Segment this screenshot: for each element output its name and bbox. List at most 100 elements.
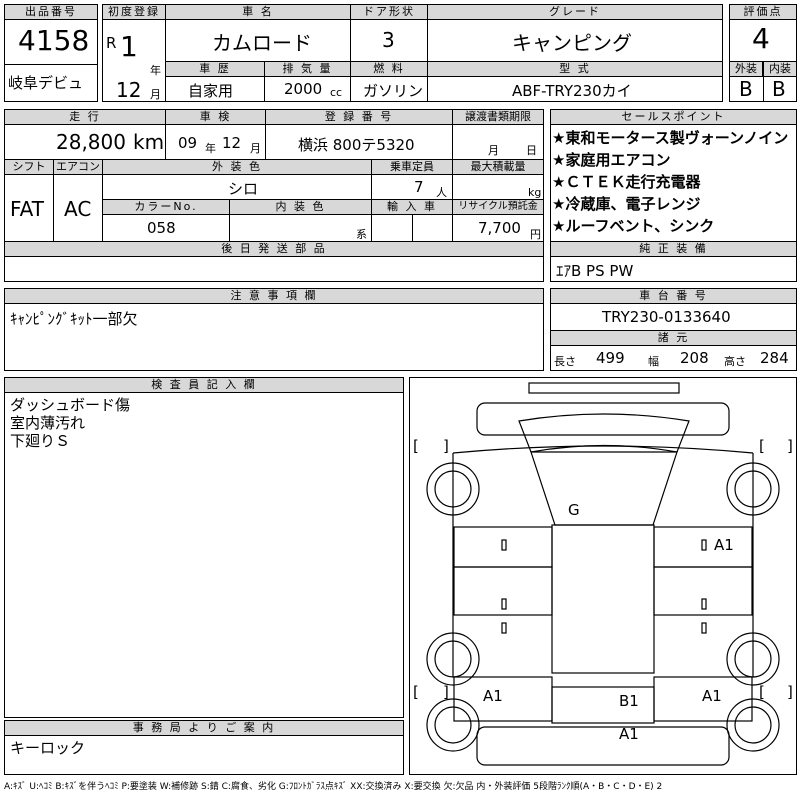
door-value: 3 — [382, 28, 395, 52]
disp-label: 排 気 量 — [264, 61, 351, 77]
sales-point: ★ＣＴＥＫ走行充電器 — [552, 173, 701, 191]
fuel-value: ガソリン — [363, 82, 424, 100]
chassis-label: 車 台 番 号 — [550, 288, 797, 304]
diagram-mark: A1 — [702, 687, 722, 705]
mileage-label: 走 行 — [4, 109, 166, 125]
color-value: シロ — [228, 180, 259, 198]
width-label: 幅 — [648, 355, 659, 368]
transfer-label: 譲渡書類期限 — [452, 109, 544, 125]
bracket: ] — [787, 437, 793, 455]
bracket: ] — [443, 437, 449, 455]
cap-label: 乗車定員 — [371, 159, 453, 175]
inspect-year: 09 — [178, 134, 198, 152]
mileage-value: 28,800 — [56, 130, 126, 154]
ac-value: AC — [64, 197, 92, 221]
shift-value: FAT — [10, 197, 45, 221]
chassis-number: TRY230-0133640 — [602, 308, 731, 326]
inspect-month-unit: 月 — [250, 142, 261, 155]
recycle-value: 7,700 — [478, 219, 521, 237]
bracket: [ — [413, 437, 419, 455]
diagram-mark: B1 — [619, 692, 639, 710]
bracket: [ — [413, 683, 419, 701]
disp-unit: cc — [330, 86, 343, 99]
history-value: 自家用 — [188, 82, 234, 100]
reg-month: 12 — [116, 78, 142, 102]
diagram-mark: A1 — [619, 725, 639, 743]
grade-label: グレード — [427, 4, 723, 20]
diagram-mark: G — [568, 501, 580, 519]
color-label: 外 装 色 — [102, 159, 372, 175]
legend-footer: A:ｷｽﾞ U:ﾍｺﾐ B:ｷｽﾞを伴うﾍｺﾐ P:要塗装 W:補修跡 S:錆 … — [4, 782, 663, 792]
transfer-month: 月 — [488, 144, 499, 157]
intcolor-label: 内 装 色 — [229, 199, 372, 215]
import-box-2 — [412, 214, 453, 242]
office-label: 事 務 局 よ り ご 案 内 — [4, 720, 404, 736]
era: R — [106, 34, 117, 52]
plate-label: 登 録 番 号 — [265, 109, 453, 125]
lot-number: 4158 — [18, 24, 90, 57]
mileage-unit: km — [133, 130, 165, 154]
car-name-label: 車 名 — [165, 4, 351, 20]
sales-point: ★東和モータース製ヴォーンノイン — [552, 129, 789, 147]
model-value: ABF-TRY230カイ — [512, 82, 632, 100]
office-text: キーロック — [10, 739, 86, 757]
later-parts-box — [4, 256, 544, 282]
lot-label: 出品番号 — [4, 4, 98, 20]
car-diagram: G A1 A1 A1 B1 A1 [ ] [ ] [ ] [ ] — [413, 382, 793, 766]
sales-point: ★冷蔵庫、電子レンジ — [552, 195, 701, 213]
plate-value: 横浜 800テ5320 — [298, 136, 415, 154]
history-label: 車 歴 — [165, 61, 265, 77]
recycle-label: リサイクル預託金 — [452, 199, 544, 215]
transfer-day: 日 — [526, 144, 537, 157]
inspector-line: 室内薄汚れ — [10, 414, 86, 432]
inspect-label: 車 検 — [165, 109, 266, 125]
inspect-year-unit: 年 — [205, 142, 216, 155]
car-outline — [426, 382, 780, 766]
year-unit: 年 — [150, 64, 161, 77]
ac-label: エアコン — [53, 159, 103, 175]
intcolor-unit: 系 — [356, 228, 367, 241]
ext-label: 外装 — [729, 61, 763, 77]
equip-value: ｴｱB PS PW — [556, 262, 634, 280]
diagram-mark: A1 — [714, 536, 734, 554]
fuel-label: 燃 料 — [350, 61, 428, 77]
import-box-1 — [371, 214, 413, 242]
length-label: 長さ — [554, 355, 576, 368]
shift-label: シフト — [4, 159, 54, 175]
first-reg-label: 初度登録 — [102, 4, 166, 20]
inspector-label: 検 査 員 記 入 欄 — [4, 377, 404, 393]
score-value: 4 — [752, 22, 770, 55]
sales-point: ★ルーフベント、シンク — [552, 217, 715, 235]
notes-label: 注 意 事 項 欄 — [4, 288, 544, 304]
length-value: 499 — [596, 349, 625, 367]
load-label: 最大積載量 — [452, 159, 544, 175]
intcolor-box — [229, 214, 372, 242]
colorno-label: カラーNo. — [102, 199, 230, 215]
disp-value: 2000 — [284, 80, 323, 98]
bracket: [ — [759, 437, 765, 455]
sales-label: セールスポイント — [550, 109, 797, 125]
debut-text: 岐阜デビュ — [8, 74, 84, 92]
import-label: 輸 入 車 — [371, 199, 453, 215]
width-value: 208 — [680, 349, 709, 367]
score-label: 評価点 — [729, 4, 797, 20]
recycle-unit: 円 — [530, 228, 541, 241]
int-value: B — [772, 77, 786, 101]
ext-value: B — [739, 77, 753, 101]
int-label: 内装 — [763, 61, 797, 77]
model-label: 型 式 — [427, 61, 723, 77]
bracket: ] — [787, 683, 793, 701]
height-label: 高さ — [724, 355, 746, 368]
month-unit: 月 — [150, 88, 161, 101]
equip-label: 純 正 装 備 — [550, 241, 797, 257]
bracket: [ — [759, 683, 765, 701]
colorno-value: 058 — [147, 219, 176, 237]
load-unit: kg — [528, 186, 542, 199]
sales-point: ★家庭用エアコン — [552, 151, 671, 169]
bracket: ] — [443, 683, 449, 701]
diagram-mark: A1 — [483, 687, 503, 705]
later-parts-label: 後 日 発 送 部 品 — [4, 241, 544, 257]
door-label: ドア形状 — [350, 4, 428, 20]
car-name: カムロード — [212, 31, 312, 55]
cap-unit: 人 — [436, 186, 447, 199]
